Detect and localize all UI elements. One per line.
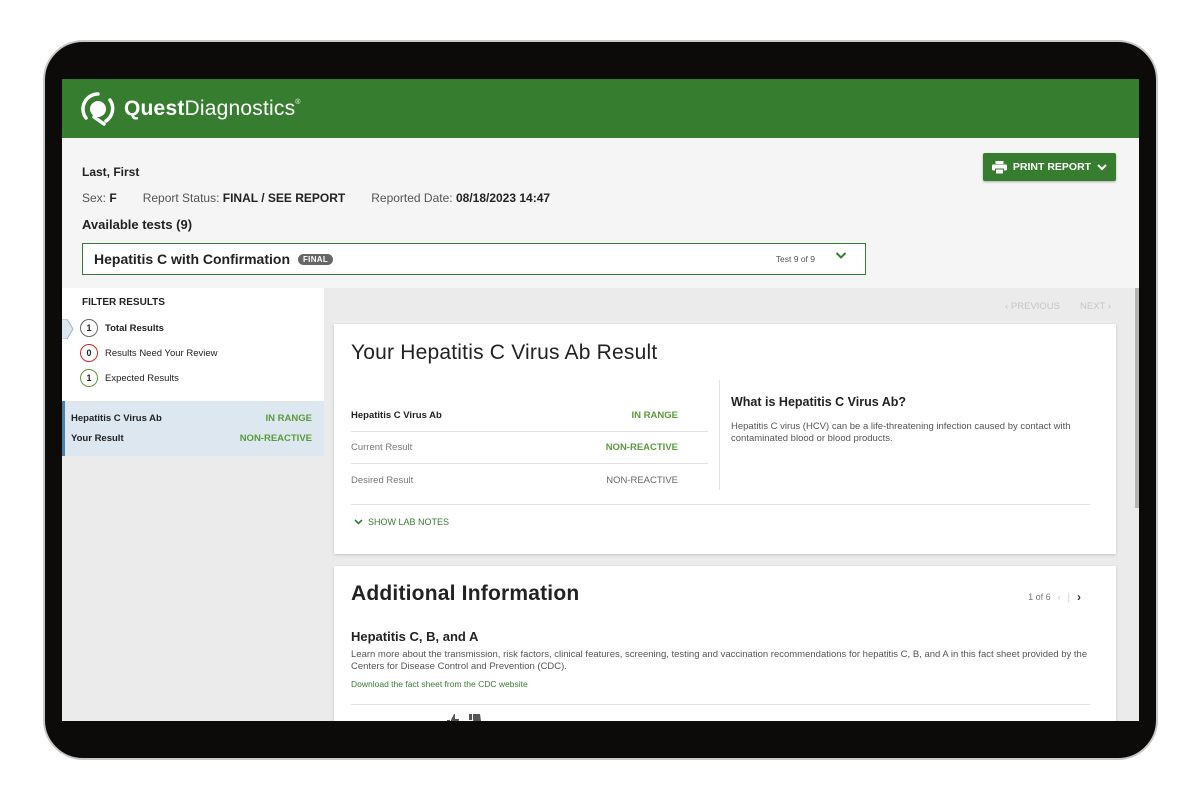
print-report-button[interactable]: PRINT REPORT <box>983 153 1116 181</box>
filter-label: Total Results <box>105 322 164 334</box>
app-screen: QuestDiagnostics® Last, First Sex: F Rep… <box>62 79 1139 721</box>
scrollbar[interactable] <box>1135 288 1139 508</box>
app-header: QuestDiagnostics® <box>62 79 1139 138</box>
sidebar-result-item[interactable]: Hepatitis C Virus Ab IN RANGE Your Resul… <box>62 401 324 456</box>
pager-count: 1 of 6 <box>1028 592 1051 602</box>
printer-icon <box>991 160 1007 174</box>
result-row: Current Result NON-REACTIVE <box>351 432 708 464</box>
patient-meta: Sex: F Report Status: FINAL / SEE REPORT… <box>82 191 550 205</box>
brand-logo: QuestDiagnostics® <box>124 97 301 121</box>
next-button[interactable]: NEXT › <box>1080 301 1111 312</box>
info-text: Learn more about the transmission, risk … <box>351 649 1088 672</box>
result-row: Desired Result NON-REACTIVE <box>351 464 708 496</box>
chevron-down-icon <box>835 252 847 259</box>
pager-prev-button[interactable]: ‹ <box>1058 592 1061 602</box>
row-label: Current Result <box>351 442 413 453</box>
count-circle: 1 <box>80 319 98 337</box>
result-name: Hepatitis C Virus Ab <box>71 413 162 424</box>
trademark: ® <box>295 98 301 106</box>
date-label: Reported Date: <box>371 191 453 205</box>
info-heading: Hepatitis C, B, and A <box>351 629 479 644</box>
active-filter-pointer-icon <box>62 319 74 339</box>
date-field: Reported Date: 08/18/2023 14:47 <box>371 191 550 205</box>
sex-value: F <box>109 191 117 205</box>
result-card: Your Hepatitis C Virus Ab Result Hepatit… <box>334 324 1116 554</box>
additional-info-title: Additional Information <box>351 582 580 605</box>
result-navigation: ‹ PREVIOUS NEXT › <box>1005 301 1111 312</box>
available-tests-heading: Available tests (9) <box>82 217 193 232</box>
status-value: FINAL / SEE REPORT <box>222 191 346 205</box>
show-lab-notes-toggle[interactable]: SHOW LAB NOTES <box>354 517 449 527</box>
print-report-label: PRINT REPORT <box>1012 161 1092 173</box>
result-name-row: Hepatitis C Virus Ab IN RANGE <box>71 413 312 424</box>
test-selector-dropdown[interactable]: Hepatitis C with Confirmation FINAL Test… <box>82 243 866 275</box>
row-value: NON-REACTIVE <box>605 442 678 453</box>
divider <box>351 504 1090 505</box>
filter-total-results[interactable]: 1 Total Results <box>80 319 164 337</box>
filter-needs-review[interactable]: 0 Results Need Your Review <box>80 344 217 362</box>
previous-label: PREVIOUS <box>1010 301 1061 312</box>
cdc-fact-sheet-link[interactable]: Download the fact sheet from the CDC web… <box>351 679 528 689</box>
result-table: Hepatitis C Virus Ab IN RANGE Current Re… <box>351 400 708 496</box>
count-circle: 1 <box>80 369 98 387</box>
row-value: NON-REACTIVE <box>606 474 678 486</box>
your-result-row: Your Result NON-REACTIVE <box>71 433 312 444</box>
row-label: Desired Result <box>351 474 414 486</box>
thumbs-up-icon[interactable] <box>446 714 460 721</box>
brand-name-light: Diagnostics <box>184 96 296 120</box>
result-card-title: Your Hepatitis C Virus Ab Result <box>351 341 658 364</box>
quest-logo-icon <box>81 91 115 126</box>
status-field: Report Status: FINAL / SEE REPORT <box>143 191 346 205</box>
next-label: NEXT <box>1080 301 1106 312</box>
description-title: What is Hepatitis C Virus Ab? <box>731 395 907 409</box>
divider <box>719 380 720 490</box>
patient-info: Last, First Sex: F Report Status: FINAL … <box>62 138 1139 288</box>
row-label: Hepatitis C Virus Ab <box>351 410 442 421</box>
previous-button[interactable]: ‹ PREVIOUS <box>1005 301 1060 312</box>
filter-title: FILTER RESULTS <box>82 297 165 308</box>
result-status: IN RANGE <box>265 413 312 424</box>
count-circle: 0 <box>80 344 98 362</box>
additional-info-pager: 1 of 6 ‹ | › <box>1028 590 1081 604</box>
sex-field: Sex: F <box>82 191 117 205</box>
thumbs-down-icon[interactable] <box>468 714 482 721</box>
main-content: ‹ PREVIOUS NEXT › Your Hepatitis C Virus… <box>324 288 1139 721</box>
filter-label: Results Need Your Review <box>105 347 218 359</box>
lab-notes-label: SHOW LAB NOTES <box>368 517 450 527</box>
final-badge: FINAL <box>298 253 334 265</box>
sex-label: Sex: <box>82 191 107 205</box>
description-text: Hepatitis C virus (HCV) can be a life-th… <box>731 421 1071 444</box>
your-result-label: Your Result <box>71 433 124 444</box>
date-value: 08/18/2023 14:47 <box>455 191 551 205</box>
results-sidebar: FILTER RESULTS 1 Total Results 0 Results… <box>62 288 324 721</box>
divider <box>351 704 1090 705</box>
filter-results-panel: FILTER RESULTS 1 Total Results 0 Results… <box>62 288 324 401</box>
your-result-value: NON-REACTIVE <box>239 433 312 444</box>
test-description: What is Hepatitis C Virus Ab? Hepatitis … <box>731 395 1101 445</box>
filter-label: Expected Results <box>105 372 179 384</box>
status-label: Report Status: <box>142 191 220 205</box>
pager-next-button[interactable]: › <box>1077 590 1081 604</box>
chevron-down-icon <box>354 519 363 525</box>
chevron-down-icon <box>1097 163 1107 170</box>
patient-name: Last, First <box>82 165 140 179</box>
test-count: Test 9 of 9 <box>775 254 815 264</box>
brand-name-bold: Quest <box>124 96 185 120</box>
feedback-row <box>351 714 482 721</box>
result-row: Hepatitis C Virus Ab IN RANGE <box>351 400 708 432</box>
selected-test-name: Hepatitis C with Confirmation <box>94 251 290 267</box>
pager-divider: | <box>1067 592 1070 602</box>
row-value: IN RANGE <box>631 410 678 421</box>
filter-expected-results[interactable]: 1 Expected Results <box>80 369 179 387</box>
additional-info-card: Additional Information 1 of 6 ‹ | › Hepa… <box>334 566 1116 721</box>
